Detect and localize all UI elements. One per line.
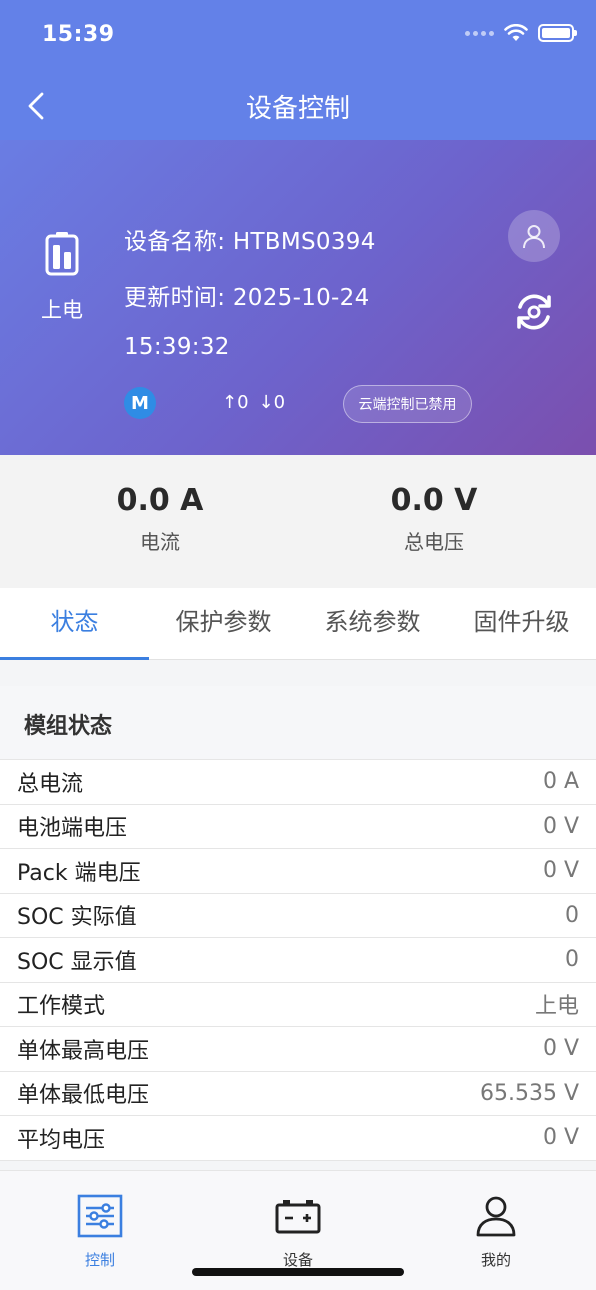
list-item: 总电流 0 A — [0, 760, 596, 805]
list-item: 平均电压 0 V — [0, 1116, 596, 1161]
battery-icon — [538, 24, 577, 42]
nav-control[interactable]: 控制 — [40, 1193, 160, 1270]
list-item: 工作模式 上电 — [0, 983, 596, 1027]
device-name: 设备名称: HTBMS0394 — [124, 229, 376, 255]
row-value: 0 V — [542, 813, 579, 839]
row-label: 平均电压 — [17, 1127, 106, 1153]
battery-device-icon — [45, 232, 79, 276]
nav-device[interactable]: 设备 — [238, 1193, 358, 1270]
sync-button[interactable] — [508, 286, 560, 338]
row-value: 0 A — [542, 769, 579, 795]
traffic-counter: ↑0 ↓0 — [222, 392, 285, 413]
list-item: SOC 显示值 0 — [0, 938, 596, 983]
power-label: 上电 — [41, 298, 83, 322]
list-item: 电池端电压 0 V — [0, 805, 596, 849]
sliders-icon — [77, 1194, 123, 1238]
status-icons — [465, 24, 577, 42]
list-item: Pack 端电压 0 V — [0, 849, 596, 894]
row-value: 65.535 V — [479, 1080, 579, 1106]
battery-nav-icon — [275, 1200, 321, 1234]
tab-system-params[interactable]: 系统参数 — [298, 588, 447, 659]
row-value: 0 V — [542, 858, 579, 884]
row-value: 0 — [565, 947, 579, 973]
tab-status[interactable]: 状态 — [0, 588, 149, 660]
row-label: 电池端电压 — [17, 816, 128, 842]
device-panel: 上电 设备名称: HTBMS0394 更新时间: 2025-10-24 15:3… — [0, 140, 596, 455]
row-value: 0 V — [542, 1036, 579, 1062]
voltage-value: 0.0 V — [390, 483, 478, 518]
row-label: SOC 实际值 — [17, 905, 137, 931]
section-header: 模组状态 — [0, 686, 596, 760]
refresh-icon — [517, 294, 551, 330]
row-value: 上电 — [534, 994, 579, 1020]
top-bar: 15:39 设备控制 — [0, 0, 596, 140]
nav-label: 我的 — [480, 1251, 511, 1269]
current-label: 电流 — [140, 530, 180, 554]
list-item: 单体最低电压 65.535 V — [0, 1072, 596, 1116]
nav-label: 控制 — [84, 1251, 115, 1269]
user-button[interactable] — [508, 210, 560, 262]
tab-protection-params[interactable]: 保护参数 — [149, 588, 298, 659]
page-title: 设备控制 — [245, 94, 350, 124]
nav-mine[interactable]: 我的 — [436, 1193, 556, 1270]
upload-count: ↑0 — [222, 392, 249, 413]
row-label: 单体最低电压 — [17, 1083, 150, 1109]
cloud-status-badge: 云端控制已禁用 — [343, 385, 472, 423]
row-label: 总电流 — [17, 771, 84, 797]
row-value: 0 — [565, 902, 579, 928]
row-label: 单体最高电压 — [17, 1038, 150, 1064]
list-item: 单体最高电压 0 V — [0, 1027, 596, 1072]
mode-badge: M — [124, 387, 156, 419]
section-title: 模组状态 — [24, 714, 113, 739]
current-value: 0.0 A — [116, 483, 204, 518]
tab-bar: 状态 保护参数 系统参数 固件升级 — [0, 588, 596, 660]
wifi-icon — [504, 24, 528, 41]
home-indicator[interactable] — [192, 1268, 404, 1276]
status-time: 15:39 — [42, 22, 115, 47]
download-count: ↓0 — [258, 392, 286, 413]
status-list: 总电流 0 A 电池端电压 0 V Pack 端电压 0 V SOC 实际值 0 SOC… — [0, 760, 596, 1161]
update-date: 更新时间: 2025-10-24 — [124, 285, 370, 311]
row-label: Pack 端电压 — [17, 860, 141, 886]
row-value: 0 V — [542, 1125, 579, 1151]
voltage-label: 总电压 — [404, 530, 464, 554]
row-label: SOC 显示值 — [17, 949, 137, 975]
list-item: SOC 实际值 0 — [0, 894, 596, 938]
tab-firmware-upgrade[interactable]: 固件升级 — [447, 588, 596, 659]
power-status: 上电 — [30, 230, 94, 324]
screen: 15:39 设备控制 上电 设备名称: HTBMS0394 更新时间: 2025… — [0, 0, 596, 1290]
user-nav-icon — [476, 1196, 516, 1237]
current-stat: 0.0 A 电流 — [60, 483, 260, 555]
nav-label: 设备 — [282, 1251, 313, 1269]
user-icon — [523, 225, 545, 249]
voltage-stat: 0.0 V 总电压 — [334, 483, 534, 555]
update-time: 15:39:32 — [124, 334, 230, 360]
stats-panel: 0.0 A 电流 0.0 V 总电压 — [0, 455, 596, 588]
row-label: 工作模式 — [17, 994, 106, 1020]
signal-icon — [465, 30, 494, 36]
